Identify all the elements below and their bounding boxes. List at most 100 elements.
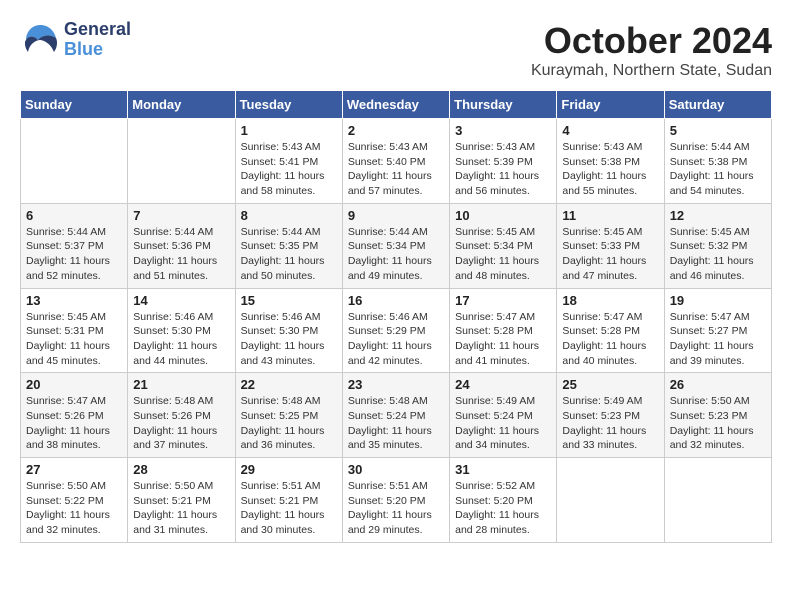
day-info: Sunrise: 5:52 AMSunset: 5:20 PMDaylight:… bbox=[455, 479, 551, 538]
calendar-cell: 10 Sunrise: 5:45 AMSunset: 5:34 PMDayligh… bbox=[450, 203, 557, 288]
calendar-cell: 21 Sunrise: 5:48 AMSunset: 5:26 PMDayligh… bbox=[128, 373, 235, 458]
location-title: Kuraymah, Northern State, Sudan bbox=[531, 62, 772, 80]
calendar-cell: 29 Sunrise: 5:51 AMSunset: 5:21 PMDayligh… bbox=[235, 458, 342, 543]
day-info: Sunrise: 5:51 AMSunset: 5:21 PMDaylight:… bbox=[241, 479, 337, 538]
calendar-cell: 4Sunrise: 5:43 AMSunset: 5:38 PMDaylight… bbox=[557, 119, 664, 204]
logo-general: General bbox=[64, 20, 131, 40]
logo-blue: Blue bbox=[64, 40, 131, 60]
calendar-cell: 30 Sunrise: 5:51 AMSunset: 5:20 PMDayligh… bbox=[342, 458, 449, 543]
day-info: Sunrise: 5:48 AMSunset: 5:26 PMDaylight:… bbox=[133, 394, 229, 453]
day-info: Sunrise: 5:51 AMSunset: 5:20 PMDaylight:… bbox=[348, 479, 444, 538]
day-info: Sunrise: 5:46 AMSunset: 5:29 PMDaylight:… bbox=[348, 310, 444, 369]
day-info: Sunrise: 5:45 AMSunset: 5:33 PMDaylight:… bbox=[562, 225, 658, 284]
day-number: 9 bbox=[348, 208, 444, 223]
day-header-tuesday: Tuesday bbox=[235, 91, 342, 119]
day-info: Sunrise: 5:50 AMSunset: 5:21 PMDaylight:… bbox=[133, 479, 229, 538]
calendar-cell: 25Sunrise: 5:49 AMSunset: 5:23 PMDayligh… bbox=[557, 373, 664, 458]
day-header-saturday: Saturday bbox=[664, 91, 771, 119]
day-info: Sunrise: 5:43 AMSunset: 5:41 PMDaylight:… bbox=[241, 140, 337, 199]
day-number: 1 bbox=[241, 123, 337, 138]
calendar-cell: 28 Sunrise: 5:50 AMSunset: 5:21 PMDayligh… bbox=[128, 458, 235, 543]
day-number: 16 bbox=[348, 293, 444, 308]
day-info: Sunrise: 5:47 AMSunset: 5:27 PMDaylight:… bbox=[670, 310, 766, 369]
calendar-cell: 15Sunrise: 5:46 AMSunset: 5:30 PMDayligh… bbox=[235, 288, 342, 373]
calendar-cell: 12 Sunrise: 5:45 AMSunset: 5:32 PMDayligh… bbox=[664, 203, 771, 288]
calendar-cell: 1 Sunrise: 5:43 AMSunset: 5:41 PMDaylight… bbox=[235, 119, 342, 204]
month-title: October 2024 bbox=[531, 20, 772, 62]
calendar-cell: 27Sunrise: 5:50 AMSunset: 5:22 PMDayligh… bbox=[21, 458, 128, 543]
day-header-sunday: Sunday bbox=[21, 91, 128, 119]
calendar-cell: 3Sunrise: 5:43 AMSunset: 5:39 PMDaylight… bbox=[450, 119, 557, 204]
day-number: 2 bbox=[348, 123, 444, 138]
page-header: General Blue October 2024 Kuraymah, Nort… bbox=[20, 20, 772, 80]
calendar-cell: 24 Sunrise: 5:49 AMSunset: 5:24 PMDayligh… bbox=[450, 373, 557, 458]
day-info: Sunrise: 5:50 AMSunset: 5:22 PMDaylight:… bbox=[26, 479, 122, 538]
day-number: 28 bbox=[133, 462, 229, 477]
calendar-week-4: 20Sunrise: 5:47 AMSunset: 5:26 PMDayligh… bbox=[21, 373, 772, 458]
day-number: 17 bbox=[455, 293, 551, 308]
day-info: Sunrise: 5:45 AMSunset: 5:32 PMDaylight:… bbox=[670, 225, 766, 284]
day-info: Sunrise: 5:48 AMSunset: 5:24 PMDaylight:… bbox=[348, 394, 444, 453]
day-number: 25 bbox=[562, 377, 658, 392]
day-number: 19 bbox=[670, 293, 766, 308]
calendar-cell: 18Sunrise: 5:47 AMSunset: 5:28 PMDayligh… bbox=[557, 288, 664, 373]
calendar-cell: 16 Sunrise: 5:46 AMSunset: 5:29 PMDayligh… bbox=[342, 288, 449, 373]
calendar-cell: 14Sunrise: 5:46 AMSunset: 5:30 PMDayligh… bbox=[128, 288, 235, 373]
day-header-wednesday: Wednesday bbox=[342, 91, 449, 119]
day-number: 3 bbox=[455, 123, 551, 138]
day-info: Sunrise: 5:45 AMSunset: 5:31 PMDaylight:… bbox=[26, 310, 122, 369]
day-info: Sunrise: 5:50 AMSunset: 5:23 PMDaylight:… bbox=[670, 394, 766, 453]
day-number: 24 bbox=[455, 377, 551, 392]
calendar-cell bbox=[557, 458, 664, 543]
day-number: 13 bbox=[26, 293, 122, 308]
calendar-cell: 5Sunrise: 5:44 AMSunset: 5:38 PMDaylight… bbox=[664, 119, 771, 204]
day-info: Sunrise: 5:44 AMSunset: 5:34 PMDaylight:… bbox=[348, 225, 444, 284]
calendar-week-2: 6Sunrise: 5:44 AMSunset: 5:37 PMDaylight… bbox=[21, 203, 772, 288]
calendar-cell: 22 Sunrise: 5:48 AMSunset: 5:25 PMDayligh… bbox=[235, 373, 342, 458]
calendar-cell: 2 Sunrise: 5:43 AMSunset: 5:40 PMDaylight… bbox=[342, 119, 449, 204]
day-info: Sunrise: 5:46 AMSunset: 5:30 PMDaylight:… bbox=[133, 310, 229, 369]
calendar-cell: 7Sunrise: 5:44 AMSunset: 5:36 PMDaylight… bbox=[128, 203, 235, 288]
day-number: 22 bbox=[241, 377, 337, 392]
day-header-friday: Friday bbox=[557, 91, 664, 119]
day-info: Sunrise: 5:44 AMSunset: 5:35 PMDaylight:… bbox=[241, 225, 337, 284]
calendar-week-3: 13 Sunrise: 5:45 AMSunset: 5:31 PMDayligh… bbox=[21, 288, 772, 373]
calendar-cell: 6Sunrise: 5:44 AMSunset: 5:37 PMDaylight… bbox=[21, 203, 128, 288]
calendar-cell: 26Sunrise: 5:50 AMSunset: 5:23 PMDayligh… bbox=[664, 373, 771, 458]
logo-icon bbox=[20, 20, 60, 60]
day-number: 12 bbox=[670, 208, 766, 223]
day-number: 18 bbox=[562, 293, 658, 308]
calendar-cell: 20Sunrise: 5:47 AMSunset: 5:26 PMDayligh… bbox=[21, 373, 128, 458]
title-block: October 2024 Kuraymah, Northern State, S… bbox=[531, 20, 772, 80]
day-number: 20 bbox=[26, 377, 122, 392]
calendar-cell: 11Sunrise: 5:45 AMSunset: 5:33 PMDayligh… bbox=[557, 203, 664, 288]
logo: General Blue bbox=[20, 20, 131, 60]
day-number: 6 bbox=[26, 208, 122, 223]
calendar-header-row: SundayMondayTuesdayWednesdayThursdayFrid… bbox=[21, 91, 772, 119]
calendar-cell: 23 Sunrise: 5:48 AMSunset: 5:24 PMDayligh… bbox=[342, 373, 449, 458]
calendar-cell bbox=[128, 119, 235, 204]
calendar-cell bbox=[664, 458, 771, 543]
day-number: 21 bbox=[133, 377, 229, 392]
day-info: Sunrise: 5:44 AMSunset: 5:36 PMDaylight:… bbox=[133, 225, 229, 284]
calendar-cell: 9 Sunrise: 5:44 AMSunset: 5:34 PMDaylight… bbox=[342, 203, 449, 288]
day-number: 10 bbox=[455, 208, 551, 223]
day-info: Sunrise: 5:48 AMSunset: 5:25 PMDaylight:… bbox=[241, 394, 337, 453]
calendar-cell bbox=[21, 119, 128, 204]
day-info: Sunrise: 5:45 AMSunset: 5:34 PMDaylight:… bbox=[455, 225, 551, 284]
day-info: Sunrise: 5:49 AMSunset: 5:24 PMDaylight:… bbox=[455, 394, 551, 453]
day-number: 5 bbox=[670, 123, 766, 138]
day-number: 29 bbox=[241, 462, 337, 477]
logo-text: General Blue bbox=[64, 20, 131, 60]
day-info: Sunrise: 5:43 AMSunset: 5:40 PMDaylight:… bbox=[348, 140, 444, 199]
day-number: 31 bbox=[455, 462, 551, 477]
day-info: Sunrise: 5:46 AMSunset: 5:30 PMDaylight:… bbox=[241, 310, 337, 369]
day-number: 23 bbox=[348, 377, 444, 392]
calendar-week-1: 1 Sunrise: 5:43 AMSunset: 5:41 PMDaylight… bbox=[21, 119, 772, 204]
day-number: 30 bbox=[348, 462, 444, 477]
calendar-cell: 8Sunrise: 5:44 AMSunset: 5:35 PMDaylight… bbox=[235, 203, 342, 288]
calendar-cell: 19 Sunrise: 5:47 AMSunset: 5:27 PMDayligh… bbox=[664, 288, 771, 373]
day-header-thursday: Thursday bbox=[450, 91, 557, 119]
calendar-table: SundayMondayTuesdayWednesdayThursdayFrid… bbox=[20, 90, 772, 543]
day-info: Sunrise: 5:47 AMSunset: 5:28 PMDaylight:… bbox=[455, 310, 551, 369]
